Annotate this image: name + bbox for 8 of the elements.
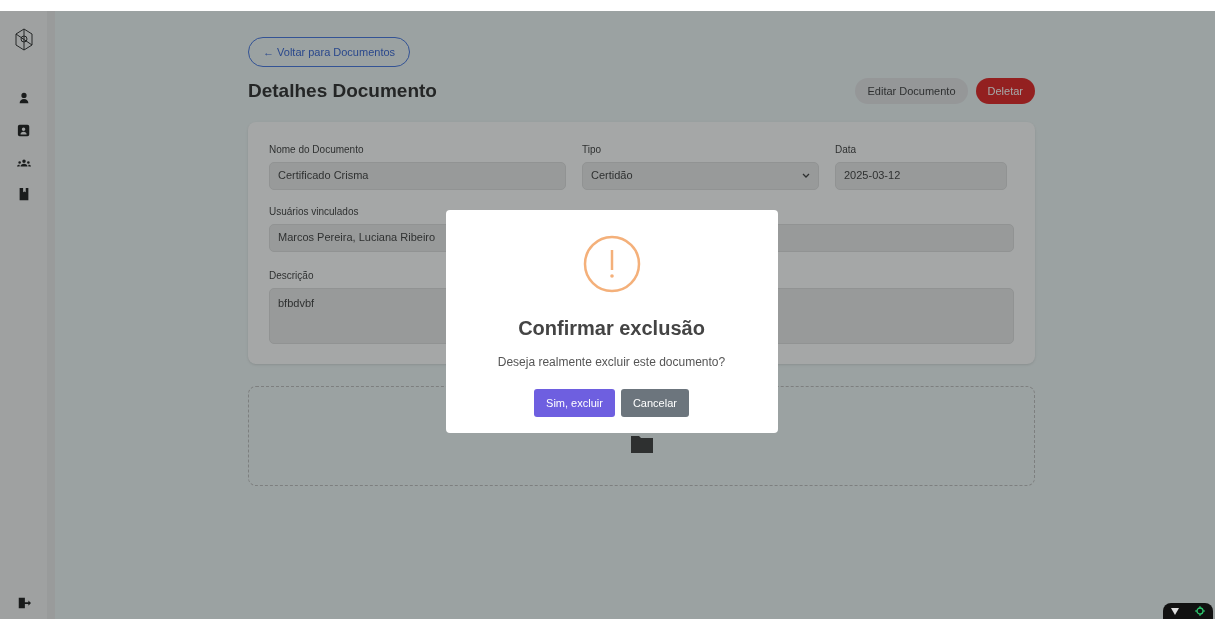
field-label: Tipo <box>582 142 603 157</box>
dialog-message: Deseja realmente excluir este documento? <box>497 354 726 371</box>
field-label: Descrição <box>269 268 315 283</box>
field-label: Data <box>835 142 858 157</box>
field-label: Nome do Documento <box>269 142 365 157</box>
dialog-title: Confirmar exclusão <box>518 316 705 341</box>
page-title: Detalhes Documento <box>248 79 437 103</box>
field-label: Usuários vinculados <box>269 204 360 219</box>
